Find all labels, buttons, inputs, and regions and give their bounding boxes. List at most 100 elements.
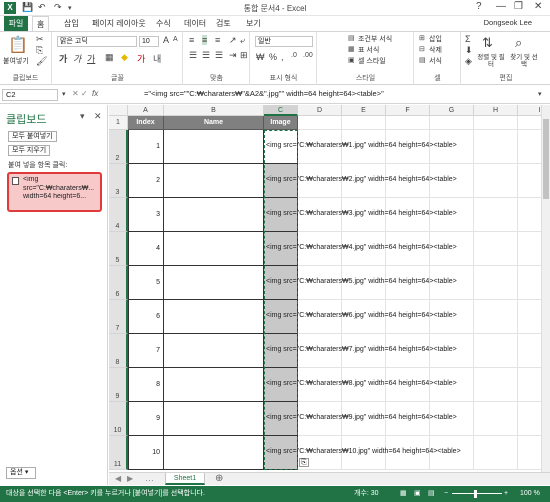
percent-style-icon[interactable]: % — [269, 52, 277, 62]
align-left-icon[interactable]: ☰ — [189, 50, 197, 61]
user-name[interactable]: Dongseok Lee — [484, 18, 532, 27]
grid-cell[interactable] — [474, 164, 518, 198]
row-header[interactable]: 1 — [109, 116, 128, 130]
tab-review[interactable]: 검토 — [212, 16, 235, 31]
grid-cell[interactable] — [474, 368, 518, 402]
grid-cell[interactable] — [342, 116, 386, 130]
row-header[interactable]: 7 — [109, 300, 128, 334]
fill-icon[interactable]: ⬇ — [465, 45, 473, 56]
new-sheet-icon[interactable]: ⊕ — [215, 473, 223, 484]
normal-view-icon[interactable]: ▦ — [400, 486, 407, 502]
name-cell[interactable] — [164, 266, 264, 300]
row-header[interactable]: 5 — [109, 232, 128, 266]
column-header[interactable]: B — [164, 105, 264, 116]
accounting-format-icon[interactable]: ₩ — [256, 52, 265, 62]
grid-cell[interactable] — [474, 436, 518, 470]
row-header[interactable]: 10 — [109, 402, 128, 436]
pane-options-icon[interactable]: ▾ — [80, 111, 85, 122]
grow-font-icon[interactable]: A — [163, 35, 169, 45]
tab-page-layout[interactable]: 페이지 레이아웃 — [88, 16, 150, 31]
font-color-icon[interactable]: 가 — [137, 52, 145, 65]
align-bottom-icon[interactable]: ≡ — [215, 35, 220, 45]
autosum-icon[interactable]: Σ — [465, 34, 471, 44]
restore-button[interactable]: ❐ — [514, 1, 523, 12]
font-size-select[interactable]: 10 — [139, 36, 159, 47]
index-cell[interactable]: 5 — [128, 266, 164, 300]
zoom-in-icon[interactable]: + — [504, 486, 508, 502]
name-cell[interactable] — [164, 164, 264, 198]
grid-cell[interactable] — [474, 402, 518, 436]
enter-entry-icon[interactable]: ✓ — [81, 89, 88, 98]
vertical-scrollbar[interactable] — [541, 105, 550, 472]
cancel-entry-icon[interactable]: ✕ — [72, 89, 79, 98]
row-header[interactable]: 8 — [109, 334, 128, 368]
row-header[interactable]: 2 — [109, 130, 128, 164]
zoom-slider[interactable] — [452, 493, 502, 494]
wrap-text-icon[interactable]: ⤶ — [240, 35, 245, 46]
column-header[interactable]: F — [386, 105, 430, 116]
tab-home[interactable]: 홈 — [32, 16, 50, 31]
underline-icon[interactable]: 가 — [87, 52, 95, 65]
prev-sheet-icon[interactable]: ◀ — [115, 474, 121, 483]
find-select-icon[interactable]: ⌕ — [515, 35, 522, 51]
index-cell[interactable]: 8 — [128, 368, 164, 402]
grid-cell[interactable] — [298, 116, 342, 130]
name-cell[interactable] — [164, 232, 264, 266]
formula-input[interactable]: ="<img src=""C:₩charaters₩"&A2&".jpg"" w… — [144, 89, 384, 98]
number-format-select[interactable]: 일반 — [255, 36, 313, 47]
zoom-out-icon[interactable]: − — [444, 486, 448, 502]
column-header[interactable]: H — [474, 105, 518, 116]
index-cell[interactable]: 7 — [128, 334, 164, 368]
index-cell[interactable]: 6 — [128, 300, 164, 334]
paste-options-icon[interactable]: ⎘ — [299, 458, 309, 467]
clear-icon[interactable]: ◈ — [465, 56, 472, 67]
merge-center-icon[interactable]: ⊞ — [240, 50, 248, 61]
grid-cell[interactable] — [474, 266, 518, 300]
border-icon[interactable]: ▦ — [105, 52, 114, 63]
index-cell[interactable]: 2 — [128, 164, 164, 198]
expand-formula-icon[interactable]: ▾ — [538, 90, 542, 98]
format-as-table-button[interactable]: 표 서식 — [358, 45, 379, 55]
index-cell[interactable]: 3 — [128, 198, 164, 232]
scrollbar-thumb[interactable] — [543, 119, 549, 199]
tab-file[interactable]: 파일 — [4, 16, 28, 31]
close-button[interactable]: ✕ — [534, 1, 542, 12]
index-cell[interactable]: 1 — [128, 130, 164, 164]
zoom-level[interactable]: 100 % — [520, 486, 540, 502]
worksheet-grid[interactable]: ABCDEFGHIJ1IndexNameImage21<img src="C:₩… — [109, 105, 550, 472]
row-header[interactable]: 6 — [109, 266, 128, 300]
paste-all-button[interactable]: 모두 붙여넣기 — [8, 131, 57, 142]
row-header[interactable]: 11 — [109, 436, 128, 470]
header-cell[interactable]: Image — [264, 116, 298, 130]
comma-style-icon[interactable]: , — [281, 52, 284, 62]
minimize-button[interactable]: — — [496, 1, 506, 12]
bold-icon[interactable]: 가 — [59, 52, 67, 65]
tab-data[interactable]: 데이터 — [180, 16, 210, 31]
sort-filter-button[interactable]: 정렬 및 필터 — [476, 54, 506, 68]
delete-cells-button[interactable]: 삭제 — [429, 45, 442, 55]
insert-cells-button[interactable]: 삽입 — [429, 34, 442, 44]
grid-cell[interactable] — [474, 232, 518, 266]
format-painter-icon[interactable]: 🖌 — [36, 56, 47, 67]
grid-cell[interactable] — [474, 300, 518, 334]
fill-color-icon[interactable]: ◆ — [121, 52, 128, 63]
options-button[interactable]: 옵션 ▾ — [6, 467, 36, 479]
index-cell[interactable]: 10 — [128, 436, 164, 470]
column-header[interactable]: D — [298, 105, 342, 116]
paste-button[interactable]: 붙여넣기 — [3, 56, 29, 66]
font-name-select[interactable]: 맑은 고딕 — [57, 36, 137, 47]
phonetic-icon[interactable]: 내 — [153, 52, 161, 65]
align-top-icon[interactable]: ≡ — [189, 35, 194, 45]
clipboard-item[interactable]: <img src="C:₩charaters₩... width=64 heig… — [7, 172, 102, 212]
name-cell[interactable] — [164, 402, 264, 436]
cell-styles-button[interactable]: 셀 스타일 — [358, 56, 386, 66]
zoom-thumb[interactable] — [474, 490, 477, 498]
select-all-corner[interactable] — [109, 105, 128, 116]
next-sheet-icon[interactable]: ▶ — [127, 474, 133, 483]
sheet-tab[interactable]: Sheet1 — [165, 473, 205, 485]
conditional-formatting-button[interactable]: 조건부 서식 — [358, 34, 392, 44]
italic-icon[interactable]: 가 — [73, 52, 81, 65]
grid-cell[interactable] — [474, 116, 518, 130]
paste-icon[interactable]: 📋 — [8, 35, 28, 55]
column-header[interactable]: G — [430, 105, 474, 116]
